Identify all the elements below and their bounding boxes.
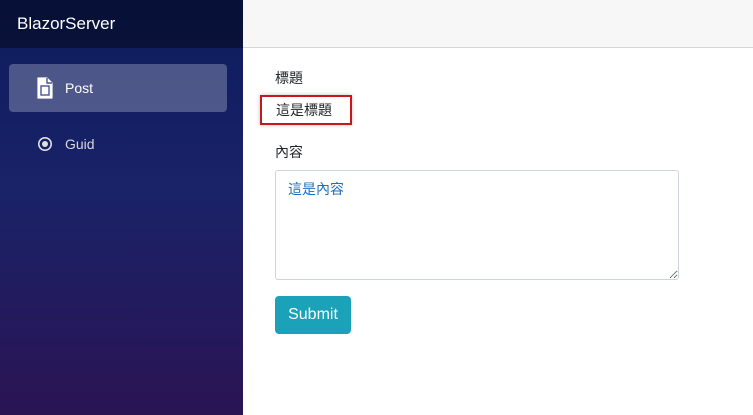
brand-title[interactable]: BlazorServer xyxy=(17,14,115,34)
sidebar-item-label: Guid xyxy=(65,136,95,152)
brand-bar: BlazorServer xyxy=(0,0,243,48)
sidebar-item-post[interactable]: Post xyxy=(9,64,227,112)
sidebar-item-guid[interactable]: Guid xyxy=(9,120,227,168)
submit-button[interactable]: Submit xyxy=(275,296,351,334)
sidebar: BlazorServer Post Guid xyxy=(0,0,243,415)
nav-menu: Post Guid xyxy=(0,48,243,168)
title-label: 標題 xyxy=(275,70,303,86)
sidebar-item-label: Post xyxy=(65,80,94,96)
radio-circle-icon xyxy=(35,136,55,152)
document-icon xyxy=(35,77,55,99)
title-value: 這是標題 xyxy=(260,95,352,125)
content-label: 內容 xyxy=(275,144,303,160)
content-textarea[interactable]: 這是內容 xyxy=(275,170,679,280)
top-bar xyxy=(243,0,753,48)
